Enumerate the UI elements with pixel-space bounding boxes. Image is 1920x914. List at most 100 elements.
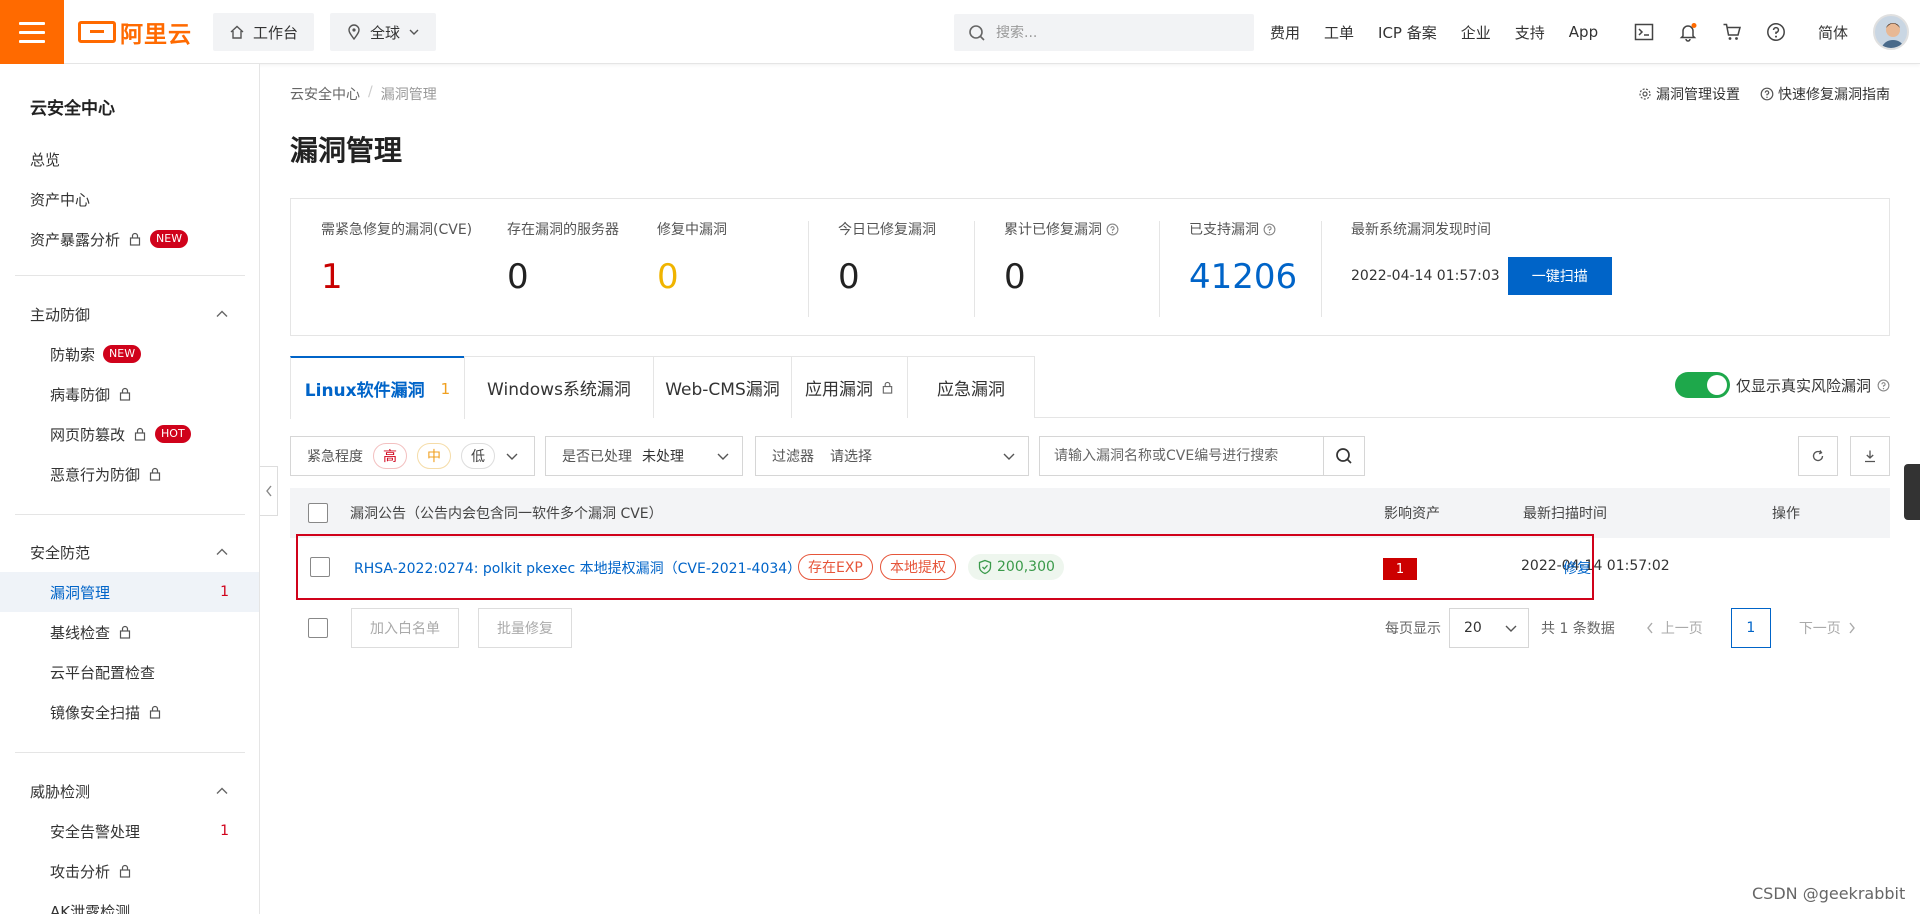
filter-label: 过滤器 bbox=[772, 449, 814, 465]
link-icp[interactable]: ICP 备案 bbox=[1378, 22, 1437, 43]
urgency-high-pill[interactable]: 高 bbox=[373, 443, 407, 469]
one-click-scan-button[interactable]: 一键扫描 bbox=[1507, 257, 1612, 295]
sidebar-group-security[interactable]: 安全防范 bbox=[0, 532, 259, 572]
select-all-checkbox[interactable] bbox=[308, 503, 328, 523]
vuln-title-link[interactable]: RHSA-2022:0274: polkit pkexec 本地提权漏洞（CVE… bbox=[354, 558, 801, 578]
download-button[interactable] bbox=[1850, 436, 1890, 476]
user-avatar[interactable] bbox=[1873, 14, 1909, 50]
footer-select-all-checkbox[interactable] bbox=[308, 618, 328, 638]
hamburger-menu-button[interactable] bbox=[0, 0, 64, 64]
link-support[interactable]: 支持 bbox=[1515, 22, 1545, 43]
stat-label: 存在漏洞的服务器 bbox=[507, 222, 619, 238]
quick-fix-guide-link[interactable]: 快速修复漏洞指南 bbox=[1760, 84, 1890, 104]
stat-value[interactable]: 41206 bbox=[1189, 257, 1297, 297]
global-search-input[interactable] bbox=[996, 24, 1226, 41]
search-icon bbox=[1336, 448, 1352, 464]
region-label: 全球 bbox=[370, 23, 401, 42]
vuln-settings-link[interactable]: 漏洞管理设置 bbox=[1638, 84, 1740, 104]
stat-today-fixed: 今日已修复漏洞 0 bbox=[838, 219, 936, 297]
sidebar-item-virus[interactable]: 病毒防御 bbox=[0, 374, 259, 414]
page-size-value: 20 bbox=[1464, 620, 1482, 636]
new-badge: NEW bbox=[150, 230, 189, 248]
help-circle-icon[interactable] bbox=[1106, 223, 1119, 236]
affected-assets-badge[interactable]: 1 bbox=[1383, 558, 1417, 580]
fix-button[interactable]: 修复 bbox=[1563, 558, 1591, 578]
tab-webcms[interactable]: Web-CMS漏洞 bbox=[653, 356, 792, 418]
help-icon[interactable] bbox=[1764, 20, 1788, 44]
rule-filter[interactable]: 过滤器 请选择 bbox=[755, 436, 1029, 476]
sidebar-item-web-tamper[interactable]: 网页防篡改 HOT bbox=[0, 414, 259, 454]
row-scan-time: 2022-04-14 01:57:02 bbox=[1521, 558, 1670, 574]
table-header: 漏洞公告（公告内会包含同一软件多个漏洞 CVE） 影响资产 最新扫描时间 操作 bbox=[290, 488, 1890, 538]
link-enterprise[interactable]: 企业 bbox=[1461, 22, 1491, 43]
stat-label-text: 已支持漏洞 bbox=[1189, 222, 1259, 238]
row-checkbox[interactable] bbox=[310, 557, 330, 577]
sidebar-divider bbox=[15, 752, 245, 753]
sidebar-item-malicious[interactable]: 恶意行为防御 bbox=[0, 454, 259, 494]
top-links: 费用 工单 ICP 备案 企业 支持 App bbox=[1270, 0, 1598, 64]
lock-icon bbox=[149, 467, 161, 481]
sidebar-item-overview[interactable]: 总览 bbox=[0, 139, 259, 179]
sidebar-item-exposure[interactable]: 资产暴露分析 NEW bbox=[0, 219, 259, 259]
download-icon bbox=[1865, 450, 1875, 463]
vuln-count: 1 bbox=[220, 584, 229, 600]
help-circle-icon[interactable] bbox=[1877, 379, 1890, 392]
vuln-search-button[interactable] bbox=[1323, 436, 1365, 476]
lock-icon bbox=[134, 427, 146, 441]
sidebar-collapse-button[interactable] bbox=[260, 466, 278, 516]
stat-value[interactable]: 1 bbox=[321, 257, 472, 297]
chevron-down-icon bbox=[1003, 453, 1015, 460]
sidebar-item-baseline[interactable]: 基线检查 bbox=[0, 612, 259, 652]
tab-linux[interactable]: Linux软件漏洞 1 bbox=[290, 356, 465, 419]
filter-value: 请选择 bbox=[830, 449, 872, 465]
language-selector[interactable]: 简体 bbox=[1818, 22, 1848, 43]
vuln-search-input[interactable] bbox=[1039, 436, 1324, 476]
sidebar-item-vuln-management[interactable]: 漏洞管理 1 bbox=[0, 572, 259, 612]
urgency-low-pill[interactable]: 低 bbox=[461, 443, 495, 469]
aliyun-logo[interactable]: 阿里云 bbox=[78, 18, 192, 48]
column-header-assets: 影响资产 bbox=[1384, 506, 1440, 522]
global-search[interactable] bbox=[954, 14, 1254, 51]
handled-filter[interactable]: 是否已处理 未处理 bbox=[545, 436, 743, 476]
sidebar-item-cloud-config[interactable]: 云平台配置检查 bbox=[0, 652, 259, 692]
tab-emergency[interactable]: 应急漏洞 bbox=[907, 356, 1035, 418]
urgency-mid-pill[interactable]: 中 bbox=[417, 443, 451, 469]
sidebar-item-ransomware[interactable]: 防勒索 NEW bbox=[0, 334, 259, 374]
workbench-button[interactable]: 工作台 bbox=[213, 13, 315, 51]
urgency-filter[interactable]: 紧急程度 高 中 低 bbox=[290, 436, 535, 476]
breadcrumb-root[interactable]: 云安全中心 bbox=[290, 84, 360, 104]
next-label: 下一页 bbox=[1798, 621, 1841, 637]
batch-fix-button[interactable]: 批量修复 bbox=[478, 608, 572, 648]
sidebar-group-active-defense[interactable]: 主动防御 bbox=[0, 294, 259, 334]
sidebar-group-threat[interactable]: 威胁检测 bbox=[0, 771, 259, 811]
sidebar-item-asset-center[interactable]: 资产中心 bbox=[0, 179, 259, 219]
workbench-label: 工作台 bbox=[253, 23, 299, 42]
notification-bell-icon[interactable] bbox=[1676, 20, 1700, 44]
link-app[interactable]: App bbox=[1569, 23, 1598, 41]
add-whitelist-button[interactable]: 加入白名单 bbox=[351, 608, 459, 648]
tab-application[interactable]: 应用漏洞 bbox=[791, 356, 908, 418]
next-page-button[interactable]: 下一页 bbox=[1799, 618, 1857, 638]
help-circle-icon[interactable] bbox=[1263, 223, 1276, 236]
refresh-button[interactable] bbox=[1798, 436, 1838, 476]
terminal-icon[interactable] bbox=[1632, 20, 1656, 44]
tab-windows[interactable]: Windows系统漏洞 bbox=[464, 356, 654, 418]
region-selector[interactable]: 全球 bbox=[330, 13, 437, 51]
top-icons bbox=[1632, 0, 1788, 64]
page-size-select[interactable]: 20 bbox=[1449, 608, 1529, 648]
link-fees[interactable]: 费用 bbox=[1270, 22, 1300, 43]
sidebar-item-image-scan[interactable]: 镜像安全扫描 bbox=[0, 692, 259, 732]
search-icon bbox=[969, 24, 985, 41]
sidebar-item-ak-leak[interactable]: AK泄露检测 bbox=[0, 891, 259, 914]
floating-side-widget[interactable] bbox=[1904, 464, 1920, 520]
shopping-cart-icon[interactable] bbox=[1720, 20, 1744, 44]
real-risk-toggle[interactable] bbox=[1675, 372, 1730, 398]
prev-page-button[interactable]: 上一页 bbox=[1645, 618, 1703, 638]
sidebar-item-attack[interactable]: 攻击分析 bbox=[0, 851, 259, 891]
stat-label: 修复中漏洞 bbox=[657, 222, 727, 238]
link-tickets[interactable]: 工单 bbox=[1324, 22, 1354, 43]
sidebar-item-alert[interactable]: 安全告警处理 1 bbox=[0, 811, 259, 851]
page-1-button[interactable]: 1 bbox=[1730, 608, 1771, 648]
sidebar-item-label: 网页防篡改 bbox=[50, 425, 126, 444]
home-icon bbox=[230, 25, 244, 39]
